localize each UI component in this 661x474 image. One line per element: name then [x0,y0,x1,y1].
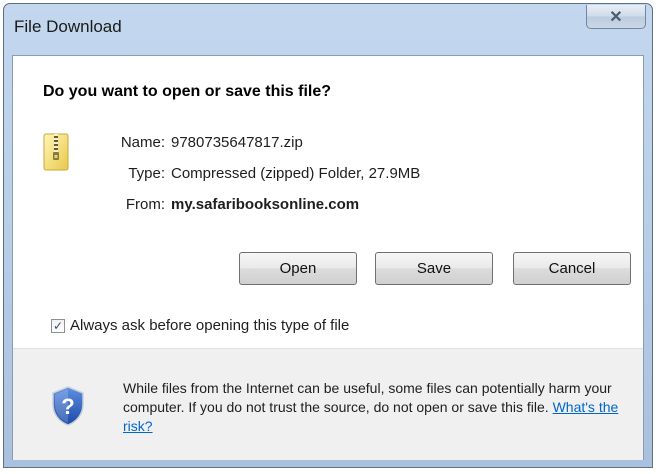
file-download-dialog: File Download ✕ Do you want to open or s… [3,3,653,468]
open-button[interactable]: Open [239,252,357,285]
security-warning-panel: ? While files from the Internet can be u… [13,348,643,460]
file-name-value: 9780735647817.zip [171,134,303,151]
file-source-value: my.safaribooksonline.com [171,196,360,213]
security-warning-text: While files from the Internet can be use… [123,379,633,436]
always-ask-label: Always ask before opening this type of f… [70,317,350,334]
zip-folder-icon [43,133,69,171]
dialog-question: Do you want to open or save this file? [43,83,332,100]
checkmark-icon: ✓ [52,318,64,333]
file-name-label: Name: [120,134,165,151]
close-icon: ✕ [609,8,623,26]
always-ask-checkbox[interactable]: ✓ [51,318,65,333]
svg-text:?: ? [61,394,74,419]
file-type-label: Type: [128,165,165,182]
file-source-label: From: [125,196,165,213]
save-button[interactable]: Save [375,252,493,285]
file-type-value: Compressed (zipped) Folder, 27.9MB [171,165,421,182]
close-button[interactable]: ✕ [586,5,646,29]
dialog-content: Do you want to open or save this file? N… [12,55,644,460]
shield-question-icon: ? [52,386,84,426]
dialog-title: File Download [14,17,122,36]
cancel-button[interactable]: Cancel [513,252,631,285]
warning-message: While files from the Internet can be use… [123,380,612,415]
always-ask-option[interactable]: ✓ Always ask before opening this type of… [51,317,349,334]
